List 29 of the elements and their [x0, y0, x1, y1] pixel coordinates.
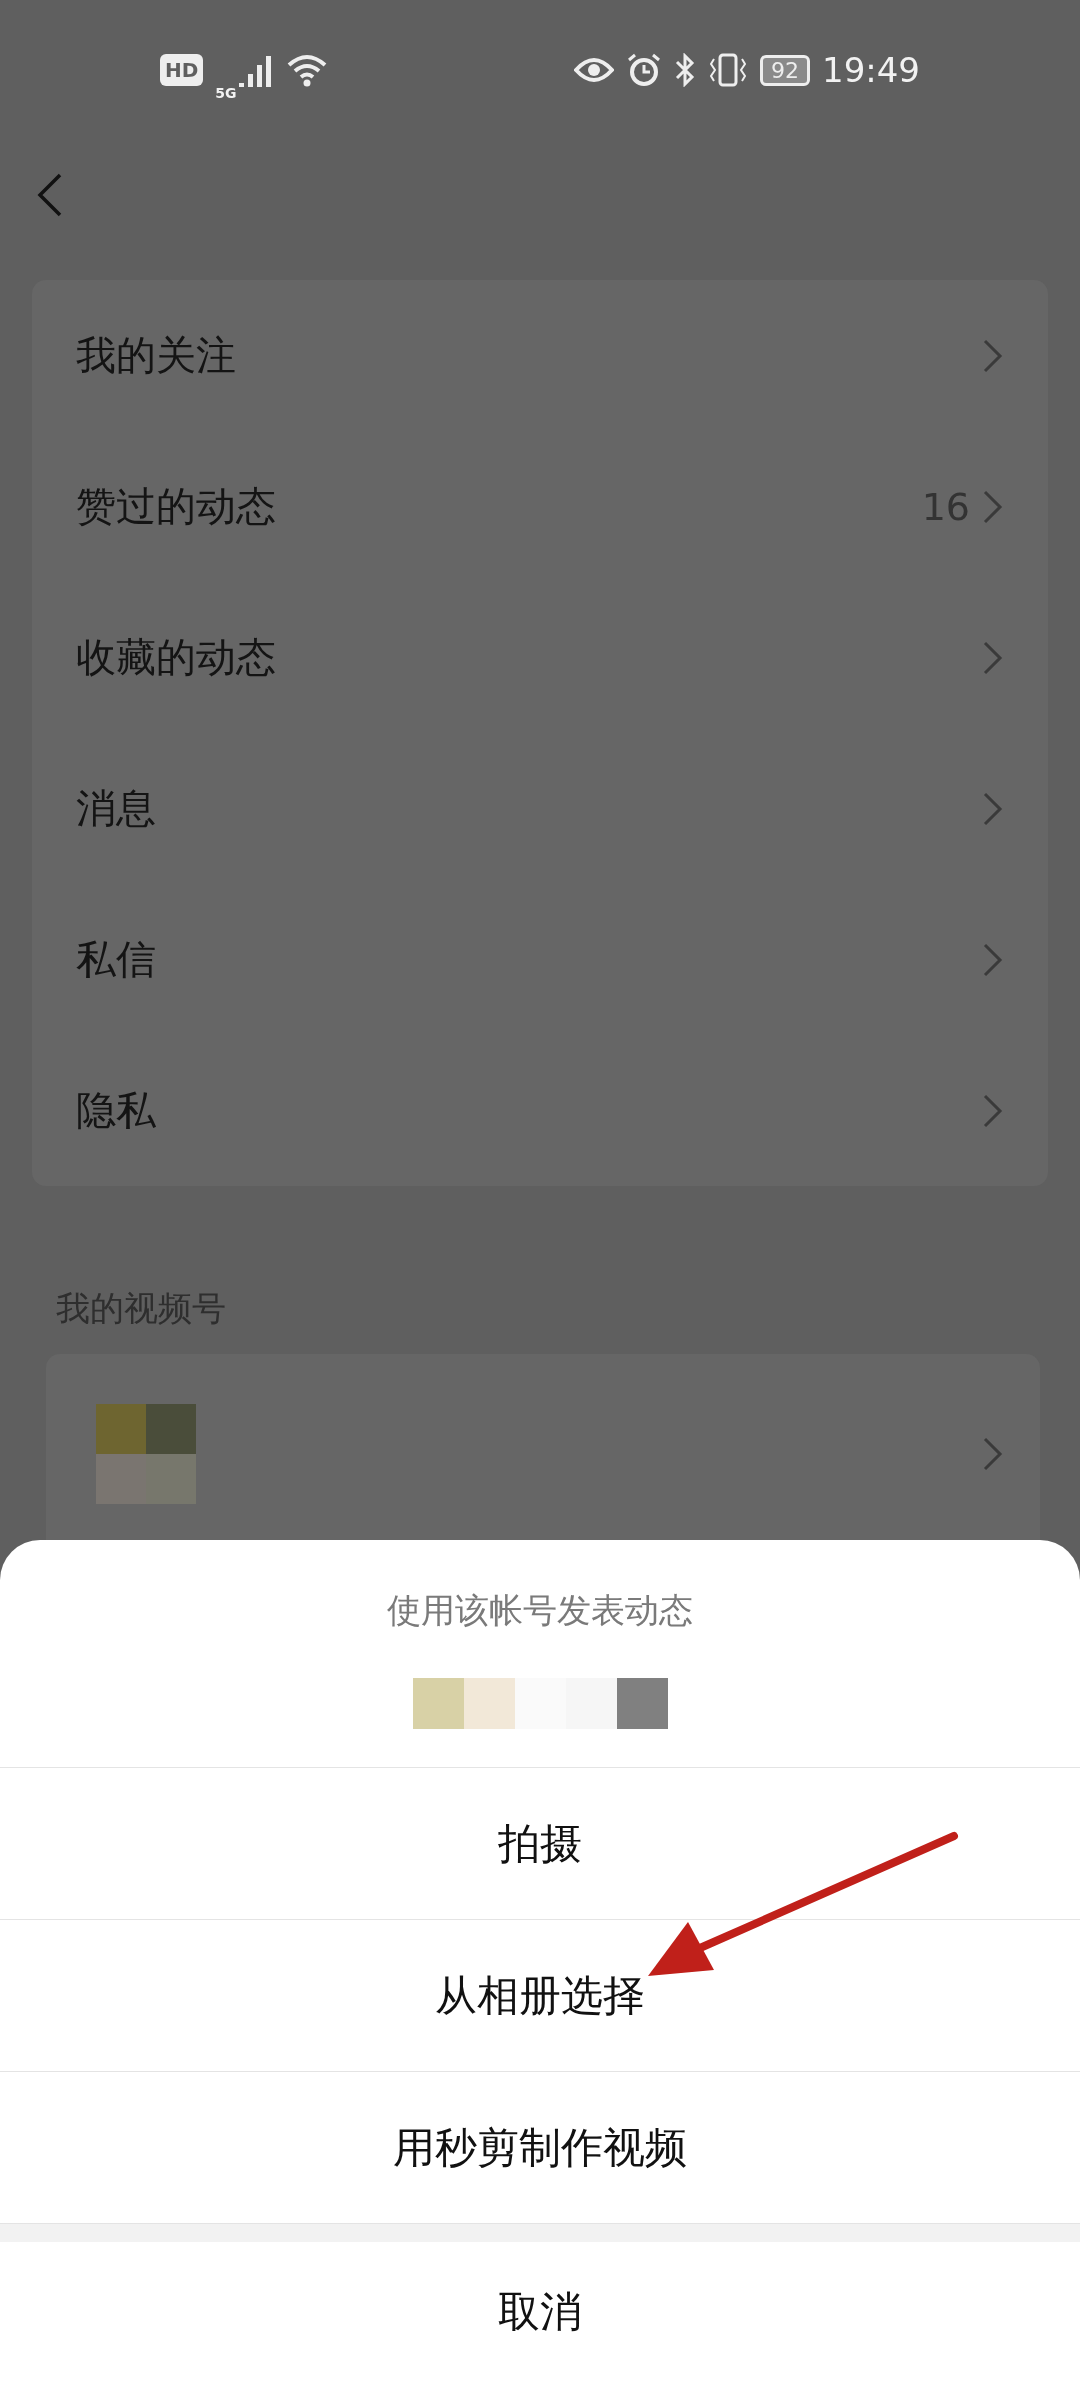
- menu-item-label: 收藏的动态: [76, 633, 277, 682]
- chevron-right-icon: [982, 488, 1004, 525]
- chevron-right-icon: [982, 639, 1004, 676]
- battery-indicator: 92: [760, 54, 810, 86]
- sheet-title: 使用该帐号发表动态: [387, 1589, 693, 1632]
- clock-time: 19:49: [822, 50, 920, 90]
- menu-item-label: 消息: [76, 784, 157, 833]
- chevron-right-icon: [982, 941, 1004, 978]
- wifi-icon: [286, 53, 327, 87]
- bluetooth-icon: [674, 53, 696, 87]
- alarm-icon: [626, 52, 662, 88]
- menu-item[interactable]: 收藏的动态: [32, 582, 1048, 733]
- menu-item-label: 我的关注: [76, 331, 237, 380]
- menu-item[interactable]: 隐私: [32, 1035, 1048, 1186]
- hd-badge: HD: [160, 54, 204, 86]
- menu-item[interactable]: 私信: [32, 884, 1048, 1035]
- chevron-right-icon: [982, 790, 1004, 827]
- menu-item-label: 私信: [76, 935, 157, 984]
- menu-item[interactable]: 消息: [32, 733, 1048, 884]
- menu-item[interactable]: 我的关注: [32, 280, 1048, 431]
- vibrate-icon: [708, 53, 748, 87]
- chevron-right-icon: [982, 1092, 1004, 1129]
- eye-icon: [574, 56, 614, 84]
- chevron-right-icon: [982, 337, 1004, 374]
- menu-item-label: 隐私: [76, 1086, 157, 1135]
- network-label: 5G: [215, 84, 237, 101]
- chevron-right-icon: [982, 1436, 1004, 1472]
- back-icon[interactable]: [36, 172, 64, 218]
- menu-item-label: 赞过的动态: [76, 482, 277, 531]
